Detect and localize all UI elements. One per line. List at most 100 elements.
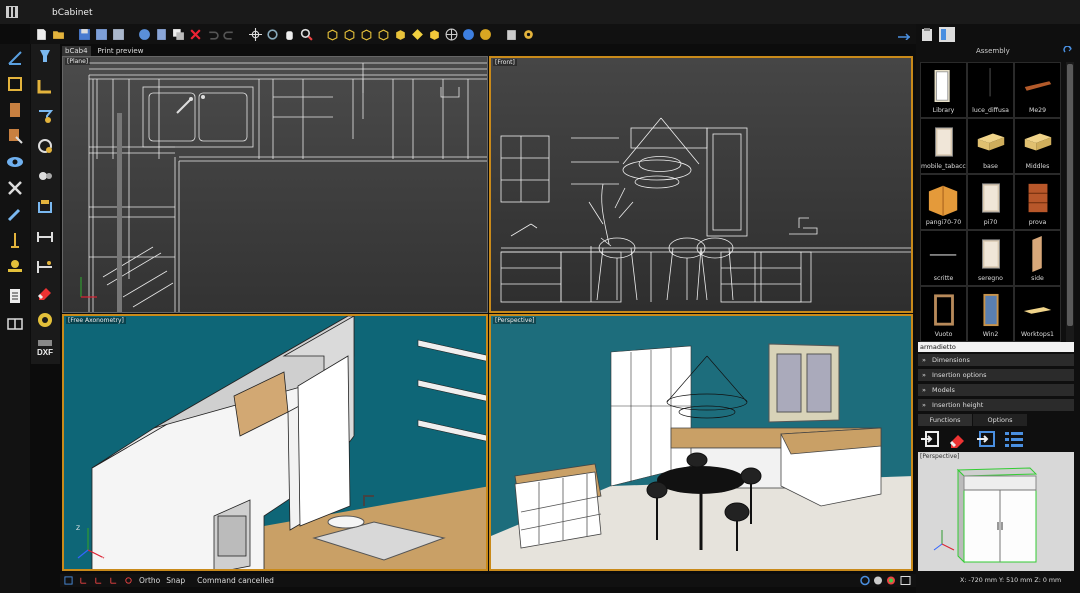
layout-icon[interactable] bbox=[5, 314, 25, 334]
view-eye-icon[interactable] bbox=[5, 152, 25, 172]
axis-toggle-icon[interactable] bbox=[79, 576, 88, 585]
light-tool-icon[interactable] bbox=[35, 46, 55, 66]
tab-print-preview[interactable]: Print preview bbox=[95, 46, 147, 56]
tab-functions[interactable]: Functions bbox=[918, 414, 973, 426]
tab-bcab4[interactable]: bCab4 bbox=[62, 46, 91, 56]
assembly-item[interactable]: side bbox=[1014, 230, 1061, 286]
tools-icon[interactable] bbox=[5, 178, 25, 198]
view-cube-6-icon[interactable] bbox=[427, 27, 441, 41]
wireframe-sphere-icon[interactable] bbox=[444, 27, 458, 41]
export-icon[interactable] bbox=[111, 27, 125, 41]
panel-toggle-icon[interactable] bbox=[896, 28, 912, 41]
paste-icon[interactable] bbox=[154, 27, 168, 41]
pin-icon[interactable] bbox=[5, 230, 25, 250]
insert-icon[interactable] bbox=[920, 430, 940, 448]
clipboard-icon[interactable] bbox=[504, 27, 518, 41]
accordion-models[interactable]: » Models bbox=[918, 384, 1074, 396]
assembly-item[interactable]: Library bbox=[920, 62, 967, 118]
preview-label: [Perspective] bbox=[920, 453, 960, 460]
grid-toggle-icon[interactable] bbox=[64, 576, 73, 585]
panel-icon[interactable] bbox=[5, 100, 25, 120]
view-cube-3-icon[interactable] bbox=[359, 27, 373, 41]
save-icon[interactable] bbox=[77, 27, 91, 41]
render-mode-icons[interactable] bbox=[860, 575, 912, 586]
ortho-toggle[interactable]: Ortho bbox=[139, 576, 160, 585]
snap-toggle[interactable]: Snap bbox=[166, 576, 185, 585]
assembly-item[interactable]: mobile_tabacchi bbox=[920, 118, 967, 174]
view-cube-2-icon[interactable] bbox=[342, 27, 356, 41]
snap-mid-icon[interactable] bbox=[109, 576, 118, 585]
assembly-item-label: side bbox=[1031, 275, 1044, 282]
orbit-icon[interactable] bbox=[265, 27, 279, 41]
dxf-export-icon[interactable]: DXF bbox=[35, 338, 55, 358]
gears-icon[interactable] bbox=[35, 166, 55, 186]
zoom-icon[interactable] bbox=[299, 27, 313, 41]
viewport-front[interactable]: [Front] bbox=[489, 56, 913, 313]
accordion-insertion-height[interactable]: » Insertion height bbox=[918, 399, 1074, 411]
assembly-item[interactable]: Vuoto bbox=[920, 286, 967, 342]
assembly-item[interactable]: Middles bbox=[1014, 118, 1061, 174]
level-icon[interactable] bbox=[5, 256, 25, 276]
viewport-free-axonometry[interactable]: [Free Axonometry] Z X bbox=[62, 314, 488, 571]
assembly-item-label: mobile_tabacchi bbox=[921, 163, 966, 170]
save-as-icon[interactable] bbox=[94, 27, 108, 41]
pan-hand-icon[interactable] bbox=[282, 27, 296, 41]
copy-icon[interactable] bbox=[171, 27, 185, 41]
cut-panel-icon[interactable] bbox=[5, 126, 25, 146]
viewport-plane[interactable]: [Plane] bbox=[62, 56, 488, 313]
view-cube-5-icon[interactable] bbox=[393, 27, 407, 41]
import-icon[interactable] bbox=[137, 27, 151, 41]
eraser-function-icon[interactable] bbox=[948, 430, 968, 448]
align-icon[interactable] bbox=[35, 256, 55, 276]
snap-end-icon[interactable] bbox=[94, 576, 103, 585]
delete-icon[interactable] bbox=[188, 27, 202, 41]
list-view-icon[interactable] bbox=[1004, 430, 1024, 448]
rotate-tool-icon[interactable] bbox=[35, 136, 55, 156]
new-file-icon[interactable] bbox=[34, 27, 48, 41]
preview-viewport[interactable] bbox=[918, 452, 1074, 571]
assembly-item[interactable]: Me29 bbox=[1014, 62, 1061, 118]
app-menu-icon[interactable] bbox=[6, 6, 18, 18]
assembly-item[interactable]: pi70 bbox=[967, 174, 1014, 230]
assembly-item[interactable]: seregno bbox=[967, 230, 1014, 286]
viewport-perspective[interactable]: [Perspective] bbox=[489, 314, 913, 571]
worktop-tool-icon[interactable] bbox=[35, 196, 55, 216]
assembly-item[interactable]: Win2 bbox=[967, 286, 1014, 342]
assembly-item[interactable]: pangi70-70 bbox=[920, 174, 967, 230]
corner-tool-icon[interactable] bbox=[35, 76, 55, 96]
measure-icon[interactable] bbox=[5, 48, 25, 68]
undo-icon[interactable] bbox=[205, 27, 219, 41]
tab-options[interactable]: Options bbox=[973, 414, 1028, 426]
settings-gear-icon[interactable] bbox=[521, 27, 535, 41]
hanger-tool-icon[interactable] bbox=[35, 106, 55, 126]
shaded-sphere-icon[interactable] bbox=[461, 27, 475, 41]
cursor-coordinates: X: -720 mm Y: 510 mm Z: 0 mm bbox=[960, 577, 1062, 584]
document-list-icon[interactable] bbox=[5, 286, 25, 306]
accordion-insertion-options[interactable]: » Insertion options bbox=[918, 369, 1074, 381]
eraser-icon[interactable] bbox=[35, 282, 55, 302]
view-cube-4-icon[interactable] bbox=[376, 27, 390, 41]
refresh-icon[interactable] bbox=[1063, 46, 1073, 56]
assembly-search-input[interactable] bbox=[918, 342, 1074, 352]
scrollbar-thumb[interactable] bbox=[1067, 64, 1073, 326]
crosshair-icon[interactable] bbox=[248, 27, 262, 41]
assembly-item[interactable]: scritte bbox=[920, 230, 967, 286]
assembly-item[interactable]: base bbox=[967, 118, 1014, 174]
assembly-item[interactable]: luce_diffusa bbox=[967, 62, 1014, 118]
library-panel-icon[interactable] bbox=[938, 26, 956, 43]
replace-icon[interactable] bbox=[976, 430, 996, 448]
distribute-icon[interactable] bbox=[35, 226, 55, 246]
accordion-dimensions[interactable]: » Dimensions bbox=[918, 354, 1074, 366]
snap-center-icon[interactable] bbox=[124, 576, 133, 585]
pen-icon[interactable] bbox=[5, 204, 25, 224]
view-cube-1-icon[interactable] bbox=[325, 27, 339, 41]
view-diamond-icon[interactable] bbox=[410, 27, 424, 41]
assembly-item[interactable]: prova bbox=[1014, 174, 1061, 230]
gear-large-icon[interactable] bbox=[35, 310, 55, 330]
open-folder-icon[interactable] bbox=[51, 27, 65, 41]
redo-icon[interactable] bbox=[222, 27, 236, 41]
clipboard-panel-icon[interactable] bbox=[921, 27, 933, 42]
assembly-item[interactable]: Worktops1 bbox=[1014, 286, 1061, 342]
select-nodes-icon[interactable] bbox=[5, 74, 25, 94]
render-sphere-icon[interactable] bbox=[478, 27, 492, 41]
